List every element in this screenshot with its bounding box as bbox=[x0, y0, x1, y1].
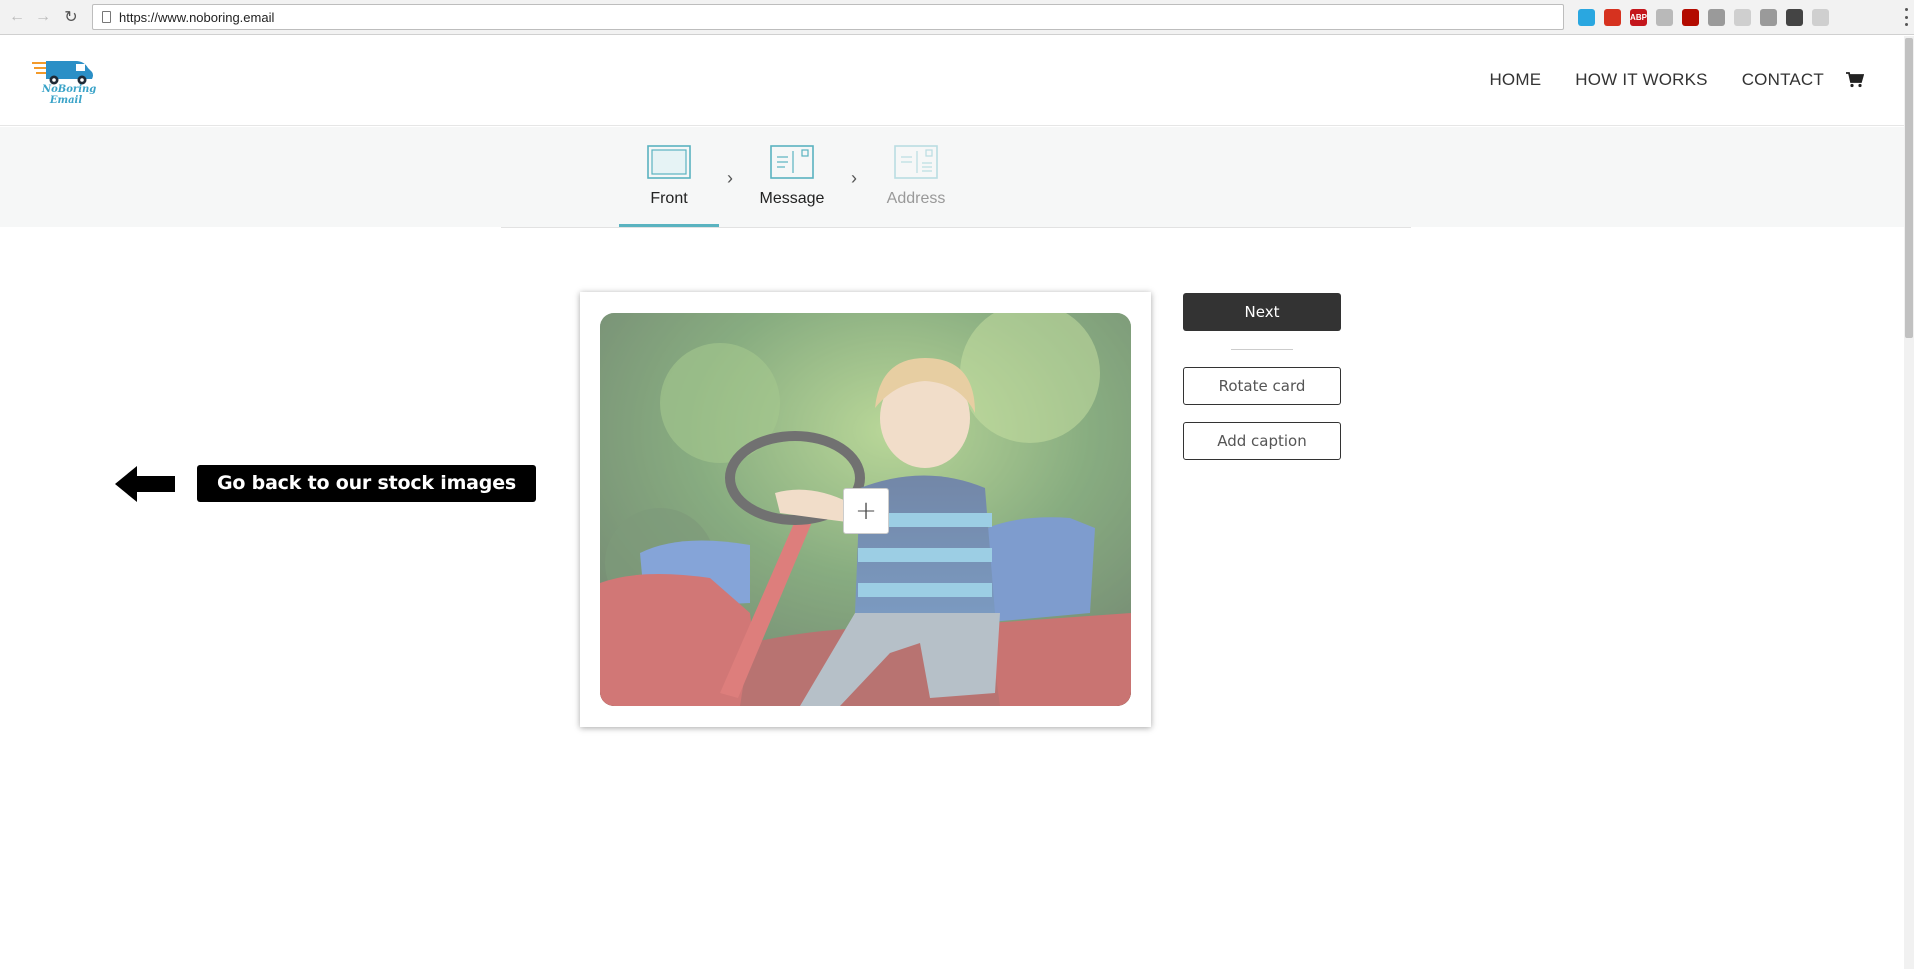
block-icon[interactable] bbox=[1786, 9, 1803, 26]
add-photo-plus-icon[interactable]: + bbox=[843, 488, 889, 534]
camera-icon[interactable] bbox=[1656, 9, 1673, 26]
chevron-right-icon: › bbox=[851, 168, 857, 188]
reload-icon[interactable]: ↻ bbox=[60, 6, 82, 28]
step-label: Message bbox=[759, 190, 825, 207]
step-label: Front bbox=[650, 190, 688, 207]
address-bar[interactable]: https://www.noboring.email bbox=[92, 4, 1564, 30]
url-text: https://www.noboring.email bbox=[119, 10, 275, 25]
site-header: NoBoring Email HOME HOW IT WORKS CONTACT bbox=[0, 36, 1904, 126]
cart-icon[interactable] bbox=[1846, 72, 1864, 88]
acrobat-icon[interactable] bbox=[1682, 9, 1699, 26]
rotate-card-button[interactable]: Rotate card bbox=[1183, 367, 1341, 405]
browser-menu-icon[interactable] bbox=[1902, 8, 1910, 26]
back-nav-icon[interactable]: ← bbox=[6, 6, 28, 28]
nav-contact[interactable]: CONTACT bbox=[1742, 70, 1824, 90]
scrollbar-thumb[interactable] bbox=[1905, 38, 1913, 338]
next-button[interactable]: Next bbox=[1183, 293, 1341, 331]
nav-home[interactable]: HOME bbox=[1489, 70, 1541, 90]
logo-text: NoBoring Email bbox=[42, 84, 97, 106]
feather-icon[interactable] bbox=[1708, 9, 1725, 26]
back-to-stock-button[interactable]: Go back to our stock images bbox=[197, 465, 536, 502]
browser-toolbar: ← → ↻ https://www.noboring.email ABP bbox=[0, 0, 1914, 35]
magnifier-icon[interactable] bbox=[1760, 9, 1777, 26]
card-message-icon bbox=[770, 145, 814, 179]
sync-icon[interactable] bbox=[1578, 9, 1595, 26]
main-nav: HOME HOW IT WORKS CONTACT bbox=[1455, 70, 1864, 90]
card-front-icon bbox=[647, 145, 691, 179]
pen-icon[interactable] bbox=[1734, 9, 1751, 26]
step-address[interactable]: Address bbox=[866, 127, 966, 227]
adblock-icon[interactable]: ABP bbox=[1630, 9, 1647, 26]
page-scrollbar[interactable] bbox=[1904, 36, 1914, 969]
card-address-icon bbox=[894, 145, 938, 179]
card-actions: Next Rotate card Add caption bbox=[1183, 293, 1341, 477]
chevron-right-icon: › bbox=[727, 168, 733, 188]
forward-nav-icon[interactable]: → bbox=[32, 6, 54, 28]
page-icon bbox=[102, 11, 111, 23]
nav-how-it-works[interactable]: HOW IT WORKS bbox=[1575, 70, 1707, 90]
step-front[interactable]: Front bbox=[619, 127, 719, 227]
step-message[interactable]: Message bbox=[742, 127, 842, 227]
add-caption-button[interactable]: Add caption bbox=[1183, 422, 1341, 460]
actions-divider bbox=[1231, 349, 1293, 350]
arrow-left-icon bbox=[115, 466, 175, 502]
chat-icon[interactable] bbox=[1812, 9, 1829, 26]
flash-icon[interactable] bbox=[1604, 9, 1621, 26]
step-label: Address bbox=[886, 190, 946, 207]
steps-divider bbox=[501, 227, 1411, 228]
